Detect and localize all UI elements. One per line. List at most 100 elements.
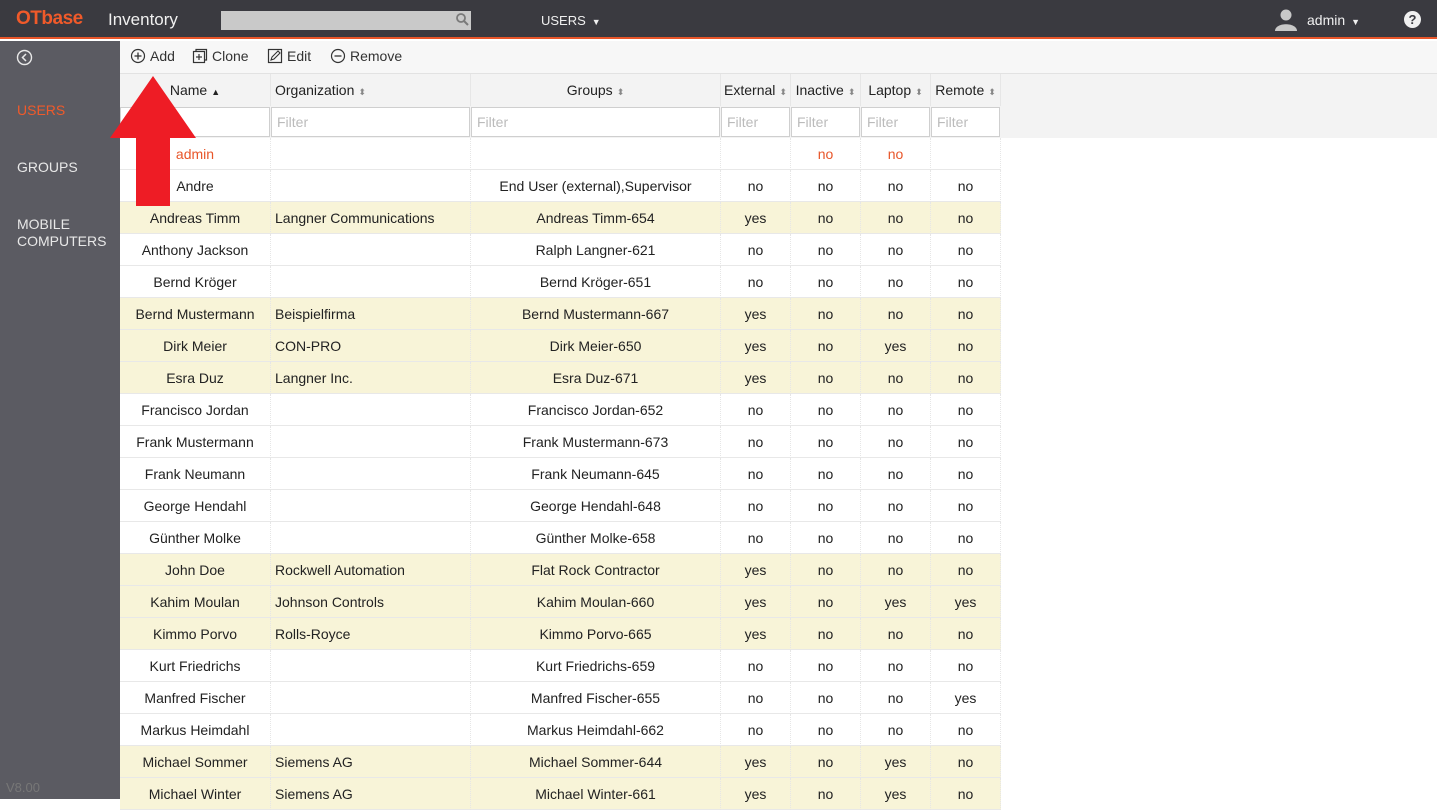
table-row[interactable]: Manfred FischerManfred Fischer-655nonono…	[120, 682, 1001, 714]
cell-groups: Esra Duz-671	[471, 362, 721, 394]
cell-groups: Kimmo Porvo-665	[471, 618, 721, 650]
table-row[interactable]: Andreas TimmLangner CommunicationsAndrea…	[120, 202, 1001, 234]
cell-remote: no	[931, 234, 1001, 266]
remove-icon	[330, 48, 346, 64]
table-row[interactable]: Frank NeumannFrank Neumann-645nononono	[120, 458, 1001, 490]
brand-logo[interactable]: OTbase	[16, 8, 83, 30]
cell-name: Anthony Jackson	[120, 234, 271, 266]
table-row[interactable]: Michael WinterSiemens AGMichael Winter-6…	[120, 778, 1001, 810]
column-header-laptop[interactable]: Laptop⬍	[861, 74, 931, 106]
table-row[interactable]: George HendahlGeorge Hendahl-648nononono	[120, 490, 1001, 522]
cell-name: Michael Winter	[120, 778, 271, 810]
collapse-sidebar-icon[interactable]	[16, 49, 33, 66]
table-row[interactable]: Bernd KrögerBernd Kröger-651nononono	[120, 266, 1001, 298]
remove-label: Remove	[350, 48, 402, 64]
filter-input-organization[interactable]	[271, 107, 470, 137]
cell-laptop: no	[861, 458, 931, 490]
sidebar-item-groups[interactable]: GROUPS	[17, 159, 78, 176]
cell-org	[271, 394, 471, 426]
cell-inactive: no	[791, 394, 861, 426]
table-row[interactable]: Dirk MeierCON-PRODirk Meier-650yesnoyesn…	[120, 330, 1001, 362]
cell-org: Beispielfirma	[271, 298, 471, 330]
table-row[interactable]: Markus HeimdahlMarkus Heimdahl-662nonono…	[120, 714, 1001, 746]
cell-groups: Bernd Kröger-651	[471, 266, 721, 298]
column-header-organization[interactable]: Organization⬍	[271, 74, 471, 106]
table-row[interactable]: Günther MolkeGünther Molke-658nononono	[120, 522, 1001, 554]
sidebar-item-mobile-computers[interactable]: MOBILE COMPUTERS	[17, 216, 106, 250]
table-row[interactable]: adminnono	[120, 138, 1001, 170]
cell-name: Esra Duz	[120, 362, 271, 394]
cell-external: no	[721, 266, 791, 298]
cell-org	[271, 682, 471, 714]
cell-inactive: no	[791, 138, 861, 170]
cell-inactive: no	[791, 490, 861, 522]
cell-external: yes	[721, 554, 791, 586]
cell-name: Andreas Timm	[120, 202, 271, 234]
cell-external: yes	[721, 778, 791, 810]
table-row[interactable]: Kahim MoulanJohnson ControlsKahim Moulan…	[120, 586, 1001, 618]
cell-external: no	[721, 490, 791, 522]
cell-laptop: no	[861, 650, 931, 682]
table-row[interactable]: Kurt FriedrichsKurt Friedrichs-659nonono…	[120, 650, 1001, 682]
cell-groups	[471, 138, 721, 170]
app-title: Inventory	[108, 10, 178, 30]
cell-org	[271, 234, 471, 266]
clone-icon	[192, 48, 208, 64]
cell-laptop: no	[861, 394, 931, 426]
users-menu-dropdown[interactable]: USERS▼	[541, 13, 601, 28]
cell-laptop: no	[861, 170, 931, 202]
column-header-remote[interactable]: Remote⬍	[931, 74, 1001, 106]
user-avatar-icon[interactable]	[1274, 7, 1298, 31]
filter-input-groups[interactable]	[471, 107, 720, 137]
table-row[interactable]: AndreEnd User (external),Supervisornonon…	[120, 170, 1001, 202]
cell-external: yes	[721, 330, 791, 362]
chevron-down-icon: ▼	[592, 17, 601, 27]
cell-external: yes	[721, 586, 791, 618]
cell-remote: no	[931, 522, 1001, 554]
add-button[interactable]: Add	[130, 48, 175, 64]
cell-name: Kimmo Porvo	[120, 618, 271, 650]
table-row[interactable]: Bernd MustermannBeispielfirmaBernd Muste…	[120, 298, 1001, 330]
cell-name: Michael Sommer	[120, 746, 271, 778]
user-menu-dropdown[interactable]: admin▼	[1307, 12, 1360, 28]
table-row[interactable]: Frank MustermannFrank Mustermann-673nono…	[120, 426, 1001, 458]
table-row[interactable]: John DoeRockwell AutomationFlat Rock Con…	[120, 554, 1001, 586]
sidebar-item-users[interactable]: USERS	[17, 102, 65, 119]
column-header-external[interactable]: External⬍	[721, 74, 791, 106]
clone-label: Clone	[212, 48, 249, 64]
sidebar: USERS GROUPS MOBILE COMPUTERS V8.00	[0, 41, 120, 799]
cell-inactive: no	[791, 202, 861, 234]
help-icon[interactable]: ?	[1404, 11, 1421, 28]
filter-input-remote[interactable]	[931, 107, 1000, 137]
cell-org: CON-PRO	[271, 330, 471, 362]
column-header-groups[interactable]: Groups⬍	[471, 74, 721, 106]
column-header-inactive[interactable]: Inactive⬍	[791, 74, 861, 106]
cell-inactive: no	[791, 426, 861, 458]
filter-input-external[interactable]	[721, 107, 790, 137]
cell-remote: yes	[931, 586, 1001, 618]
remove-button[interactable]: Remove	[330, 48, 402, 64]
cell-org	[271, 426, 471, 458]
cell-remote: no	[931, 490, 1001, 522]
filter-input-inactive[interactable]	[791, 107, 860, 137]
cell-external: no	[721, 394, 791, 426]
clone-button[interactable]: Clone	[192, 48, 249, 64]
table-row[interactable]: Esra DuzLangner Inc.Esra Duz-671yesnonon…	[120, 362, 1001, 394]
edit-button[interactable]: Edit	[267, 48, 311, 64]
cell-name: Frank Neumann	[120, 458, 271, 490]
cell-remote: no	[931, 298, 1001, 330]
search-icon[interactable]	[455, 12, 469, 26]
table-row[interactable]: Michael SommerSiemens AGMichael Sommer-6…	[120, 746, 1001, 778]
cell-name: Günther Molke	[120, 522, 271, 554]
table-row[interactable]: Anthony JacksonRalph Langner-621nononono	[120, 234, 1001, 266]
cell-inactive: no	[791, 746, 861, 778]
filter-input-laptop[interactable]	[861, 107, 930, 137]
table-row[interactable]: Kimmo PorvoRolls-RoyceKimmo Porvo-665yes…	[120, 618, 1001, 650]
table-row[interactable]: Francisco JordanFrancisco Jordan-652nono…	[120, 394, 1001, 426]
cell-laptop: no	[861, 298, 931, 330]
cell-org	[271, 458, 471, 490]
sort-icon: ⬍	[848, 87, 856, 97]
search-input[interactable]	[221, 11, 471, 30]
cell-org	[271, 266, 471, 298]
cell-org: Langner Inc.	[271, 362, 471, 394]
